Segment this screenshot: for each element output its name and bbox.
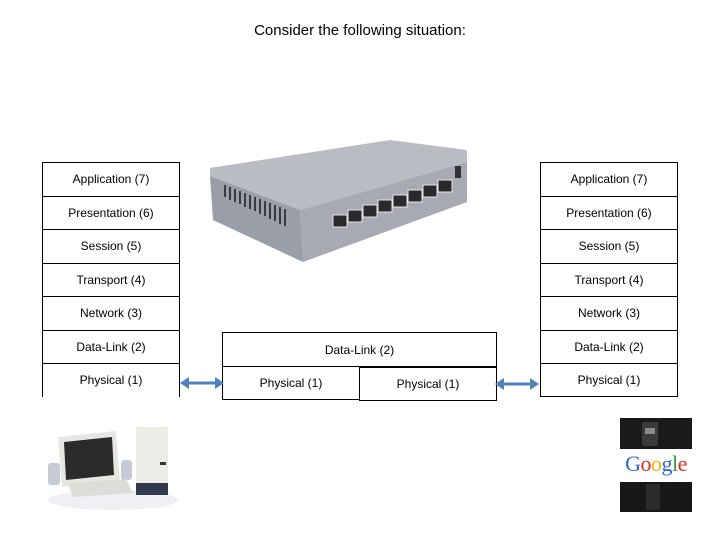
switch-layer-datalink: Data-Link (2) — [222, 332, 497, 367]
ethernet-switch-icon — [210, 140, 467, 262]
double-arrow-right-link — [495, 378, 539, 390]
right-osi-stack: Application (7) Presentation (6) Session… — [540, 162, 678, 397]
left-osi-stack: Application (7) Presentation (6) Session… — [42, 162, 180, 397]
google-logo: Google — [620, 449, 692, 479]
left-layer-datalink: Data-Link (2) — [42, 329, 180, 363]
switch-layer-physical-left: Physical (1) — [222, 366, 360, 400]
double-arrow-left-link — [180, 377, 224, 389]
right-layer-application: Application (7) — [540, 162, 678, 196]
desktop-computer-icon — [48, 427, 178, 510]
right-layer-transport: Transport (4) — [540, 262, 678, 296]
left-layer-session: Session (5) — [42, 229, 180, 263]
right-layer-datalink: Data-Link (2) — [540, 329, 678, 363]
left-layer-physical: Physical (1) — [42, 363, 180, 397]
left-layer-transport: Transport (4) — [42, 262, 180, 296]
right-layer-presentation: Presentation (6) — [540, 195, 678, 229]
left-layer-application: Application (7) — [42, 162, 180, 196]
google-logo-letter: o — [651, 451, 662, 476]
google-logo-letter: g — [661, 451, 673, 476]
google-logo-letter: e — [677, 451, 688, 476]
left-layer-network: Network (3) — [42, 296, 180, 330]
right-layer-physical: Physical (1) — [540, 363, 678, 397]
left-layer-presentation: Presentation (6) — [42, 195, 180, 229]
right-layer-session: Session (5) — [540, 229, 678, 263]
switch-layer-physical-right: Physical (1) — [359, 367, 497, 401]
google-logo-letter: o — [640, 451, 652, 476]
google-logo-letter: G — [625, 451, 641, 476]
right-layer-network: Network (3) — [540, 296, 678, 330]
slide-title: Consider the following situation: — [254, 22, 466, 39]
